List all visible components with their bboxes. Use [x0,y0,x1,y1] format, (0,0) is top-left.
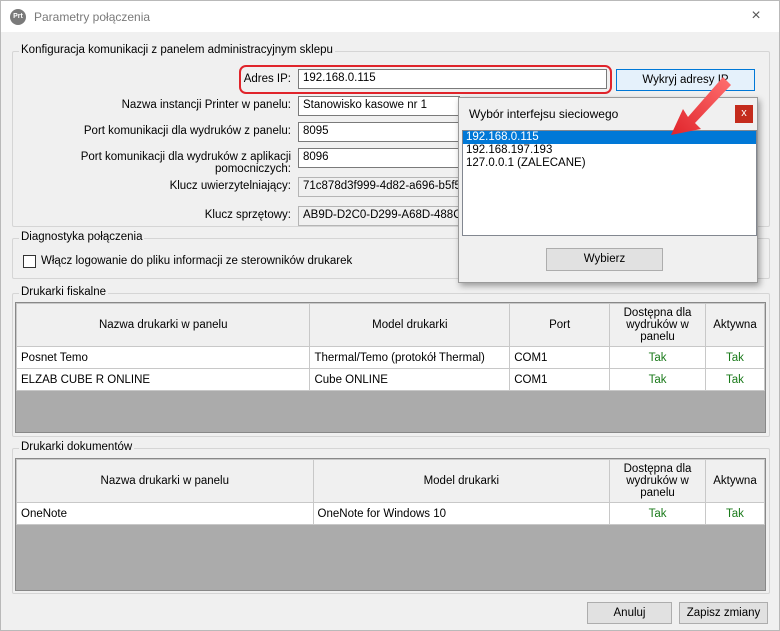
col-name[interactable]: Nazwa drukarki w panelu [15,303,311,347]
save-button[interactable]: Zapisz zmiany [679,602,768,624]
instance-label: Nazwa instancji Printer w panelu: [121,99,291,111]
cell-name: Posnet Temo [15,346,311,369]
cancel-button[interactable]: Anuluj [587,602,672,624]
cell-port: COM1 [509,346,611,369]
col-model[interactable]: Model drukarki [312,459,611,503]
col-model[interactable]: Model drukarki [309,303,511,347]
close-icon[interactable]: × [741,4,771,28]
diagnostics-group-label: Diagnostyka połączenia [19,231,145,243]
auth-key-field[interactable]: 71c878d3f999-4d82-a696-b5f5d [298,177,460,197]
table-row[interactable]: OneNote OneNote for Windows 10 Tak Tak [16,502,766,525]
port-aux-field[interactable]: 8096 [298,148,460,168]
config-group-label: Konfiguracja komunikacji z panelem admin… [19,44,335,56]
cell-available[interactable]: Tak [609,346,706,369]
list-item[interactable]: 127.0.0.1 (ZALECANE) [463,157,756,170]
logging-checkbox[interactable] [23,255,36,268]
ip-label: Adres IP: [243,73,291,85]
cell-model: Cube ONLINE [309,368,511,391]
documents-table: Nazwa drukarki w panelu Model drukarki D… [16,459,766,525]
hw-key-label: Klucz sprzętowy: [204,209,291,221]
cell-port: COM1 [509,368,611,391]
fiscal-group-label: Drukarki fiskalne [19,286,108,298]
port-aux-label: Port komunikacji dla wydruków z aplikacj… [80,151,291,175]
auth-key-label: Klucz uwierzytelniający: [169,180,291,192]
table-row[interactable]: Posnet Temo Thermal/Temo (protokół Therm… [15,346,766,369]
col-active[interactable]: Aktywna [704,303,766,347]
app-icon: Prt [10,9,26,25]
col-available[interactable]: Dostępna dla wydruków w panelu [609,303,706,347]
title-bar: Prt Parametry połączenia × [1,1,779,32]
red-arrow-icon [671,77,731,135]
col-port[interactable]: Port [509,303,611,347]
logging-label[interactable]: Włącz logowanie do pliku informacji ze s… [41,255,352,267]
interface-listbox[interactable]: 192.168.0.115 192.168.197.193 127.0.0.1 … [462,130,757,236]
col-active[interactable]: Aktywna [704,459,766,503]
fiscal-table: Nazwa drukarki w panelu Model drukarki P… [15,303,766,391]
choose-button[interactable]: Wybierz [546,248,663,271]
documents-group-label: Drukarki dokumentów [19,441,135,453]
col-name[interactable]: Nazwa drukarki w panelu [16,459,314,503]
col-available[interactable]: Dostępna dla wydruków w panelu [609,459,706,503]
cell-active[interactable]: Tak [704,502,766,525]
port-panel-field[interactable]: 8095 [298,122,460,142]
cell-available[interactable]: Tak [609,368,706,391]
cell-active[interactable]: Tak [704,368,766,391]
cell-model: Thermal/Temo (protokół Thermal) [309,346,511,369]
dialog-window: Prt Parametry połączenia × Konfiguracja … [0,0,780,631]
cell-name: OneNote [16,502,314,525]
popup-title: Wybór interfejsu sieciowego [469,107,619,121]
cell-name: ELZAB CUBE R ONLINE [15,368,311,391]
window-title: Parametry połączenia [34,10,151,24]
hw-key-field[interactable]: AB9D-D2C0-D299-A68D-488C-00 [298,206,460,226]
ip-field[interactable]: 192.168.0.115 [298,69,607,89]
table-row[interactable]: ELZAB CUBE R ONLINE Cube ONLINE COM1 Tak… [15,368,766,391]
cell-active[interactable]: Tak [704,346,766,369]
instance-field[interactable]: Stanowisko kasowe nr 1 [298,96,460,116]
port-panel-label: Port komunikacji dla wydruków z panelu: [83,125,291,137]
cell-model: OneNote for Windows 10 [312,502,611,525]
cell-available[interactable]: Tak [609,502,706,525]
list-item[interactable]: 192.168.197.193 [463,144,756,157]
